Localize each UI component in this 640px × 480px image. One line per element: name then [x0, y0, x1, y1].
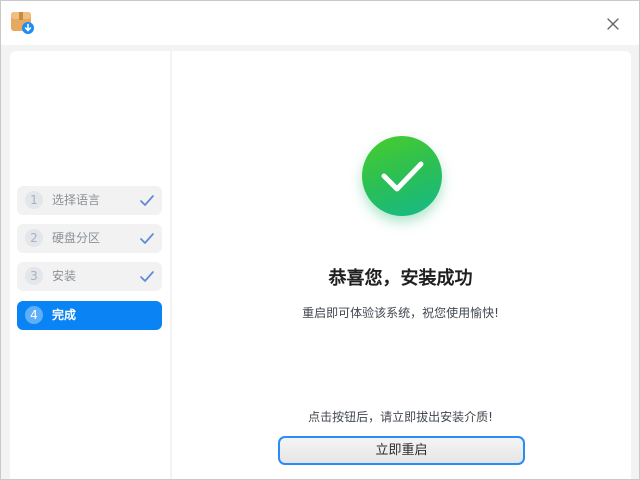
sidebar-step-install: 3 安装	[17, 262, 162, 291]
success-check-icon	[362, 136, 442, 216]
step-label: 安装	[52, 269, 77, 283]
step-label: 硬盘分区	[52, 231, 101, 245]
step-number: 4	[25, 306, 43, 324]
success-headline: 恭喜您，安装成功	[328, 268, 473, 289]
reboot-now-button[interactable]: 立即重启	[278, 436, 525, 465]
check-icon	[139, 269, 155, 283]
step-number: 2	[25, 229, 43, 247]
close-icon[interactable]	[601, 12, 625, 36]
success-subtext: 重启即可体验该系统，祝您使用愉快!	[302, 306, 499, 320]
step-number: 3	[25, 267, 43, 285]
package-download-icon	[11, 12, 35, 34]
check-icon	[139, 193, 155, 207]
step-label: 完成	[52, 308, 77, 322]
sidebar-step-language: 1 选择语言	[17, 186, 162, 215]
step-label: 选择语言	[52, 193, 101, 207]
remove-media-hint: 点击按钮后，请立即拔出安装介质!	[308, 410, 493, 424]
step-number: 1	[25, 191, 43, 209]
title-bar	[1, 1, 639, 45]
check-icon	[139, 231, 155, 245]
sidebar-step-partition: 2 硬盘分区	[17, 224, 162, 253]
sidebar-step-finish: 4 完成	[17, 301, 162, 330]
